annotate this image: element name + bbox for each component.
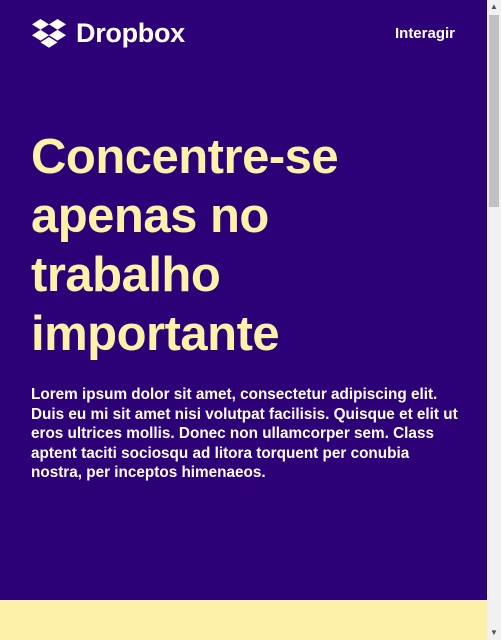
next-section-band: [0, 600, 487, 640]
brand-name: Dropbox: [76, 17, 185, 48]
hero-title: Concentre-se apenas no trabalho importan…: [31, 130, 339, 361]
hero-body-text: Lorem ipsum dolor sit amet, consectetur …: [31, 386, 458, 481]
scroll-down-arrow-icon[interactable]: ▼: [487, 626, 501, 640]
brand-link[interactable]: Dropbox: [32, 18, 185, 49]
vertical-scrollbar[interactable]: ▲ ▼: [487, 0, 501, 640]
site-header: Dropbox Interagir: [32, 16, 455, 50]
scrollbar-thumb[interactable]: [489, 15, 499, 207]
page-viewport: Dropbox Interagir Concentre-se apenas no…: [0, 0, 487, 640]
scroll-up-arrow-icon[interactable]: ▲: [487, 0, 501, 14]
dropbox-logo-icon: [32, 18, 66, 48]
nav-link-interagir[interactable]: Interagir: [395, 25, 455, 42]
